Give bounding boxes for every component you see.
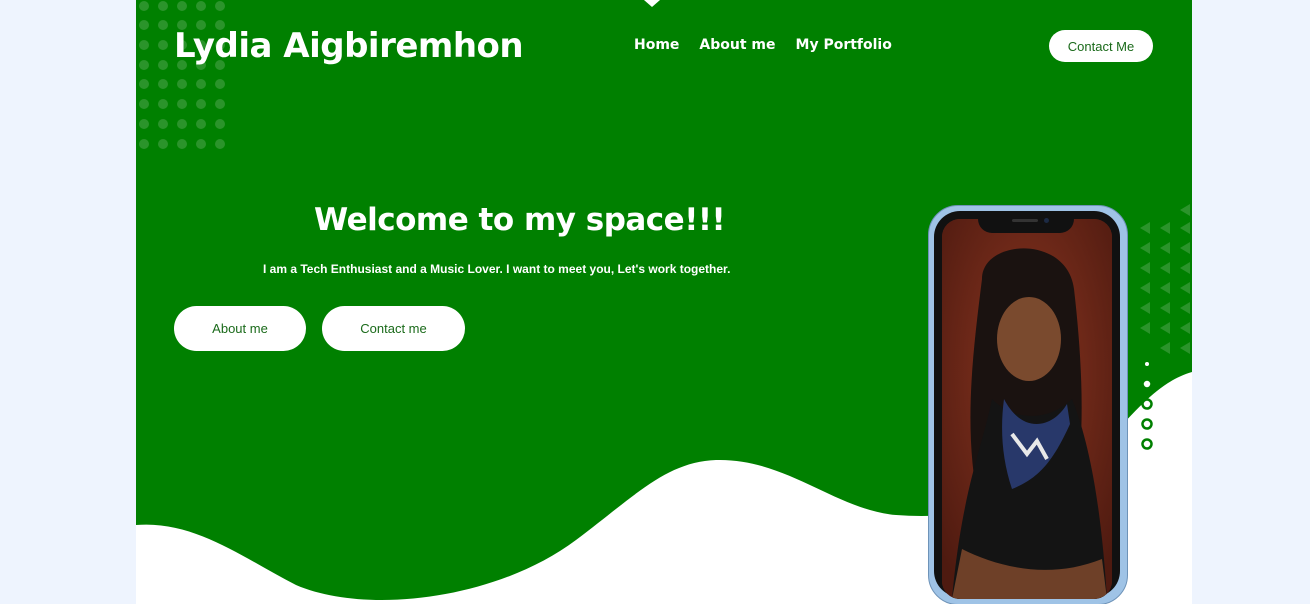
phone-notch xyxy=(978,211,1074,233)
profile-photo xyxy=(942,219,1112,599)
hero-subtitle: I am a Tech Enthusiast and a Music Lover… xyxy=(263,262,731,276)
phone-camera xyxy=(1044,218,1049,223)
hero-section: Lydia Aigbiremhon Home About me My Portf… xyxy=(136,0,1192,604)
portrait-illustration xyxy=(942,219,1112,599)
triangle-pattern-icon xyxy=(1140,204,1190,354)
hero-title: Welcome to my space!!! xyxy=(314,202,726,238)
phone-speaker xyxy=(1012,219,1038,222)
slider-dots[interactable] xyxy=(1141,360,1155,456)
phone-mockup-icon xyxy=(928,205,1128,604)
about-me-button[interactable]: About me xyxy=(174,306,306,351)
contact-me-button[interactable]: Contact me xyxy=(322,306,465,351)
